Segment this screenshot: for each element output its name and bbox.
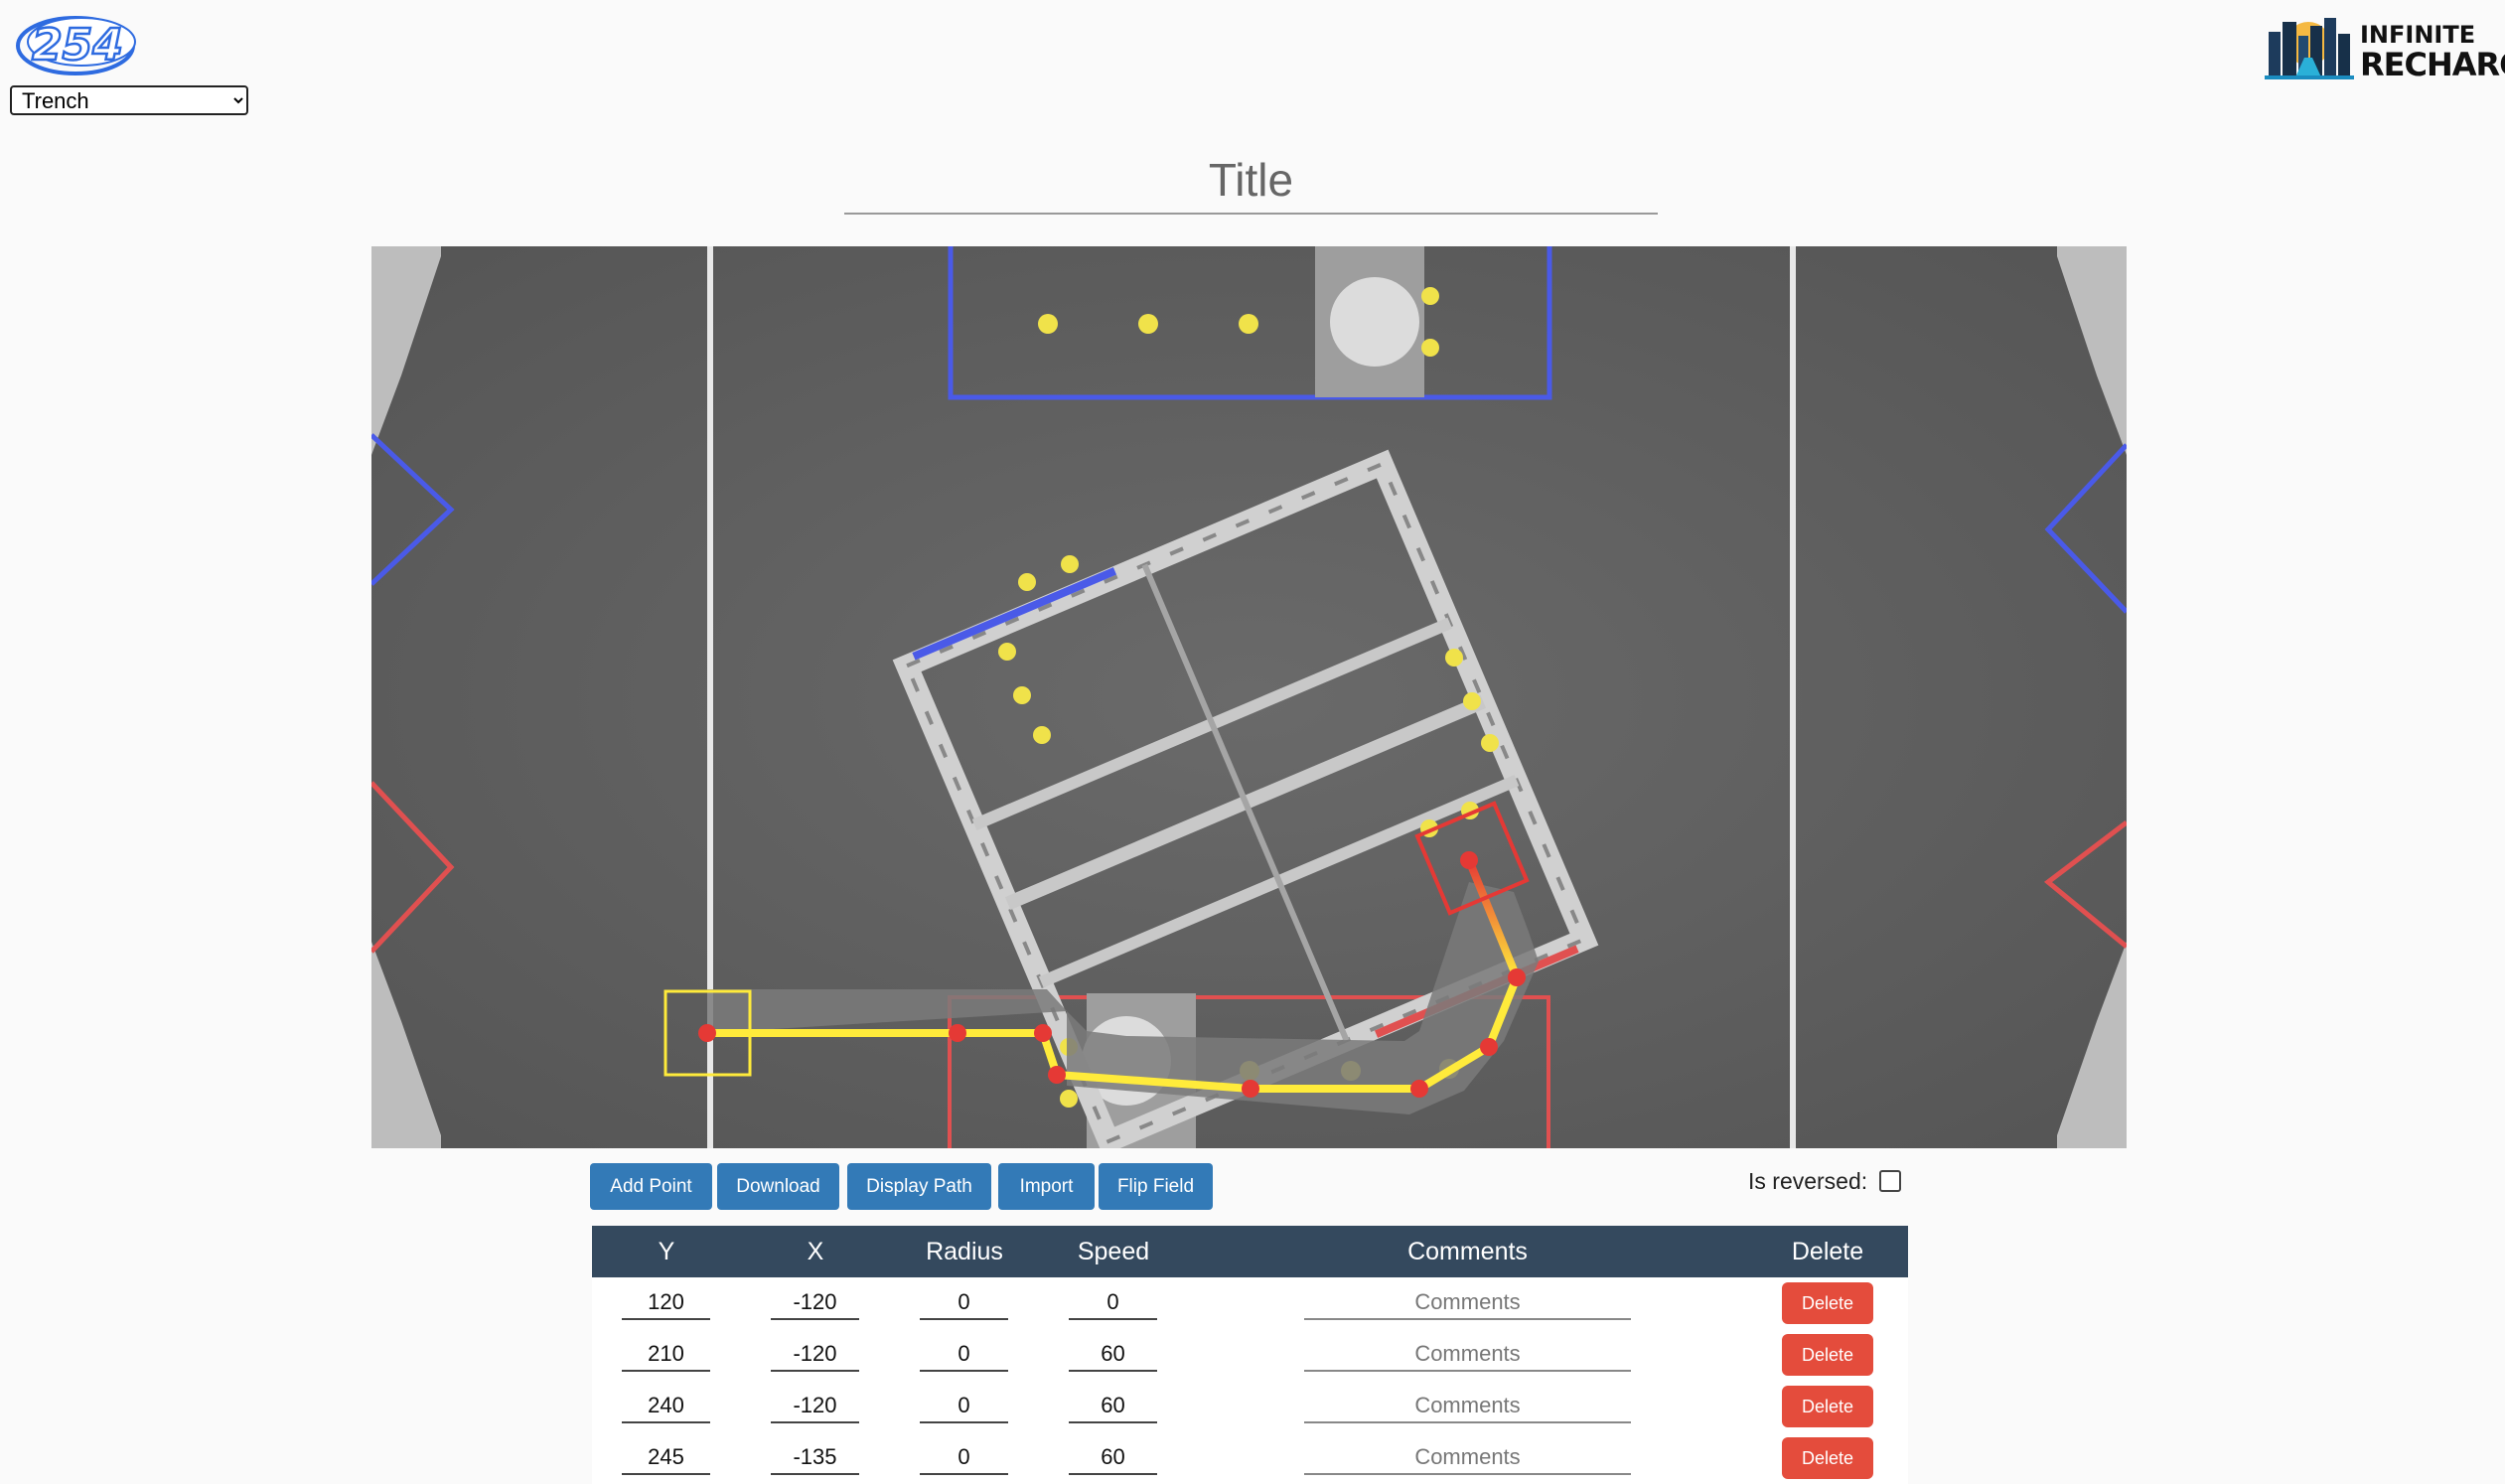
flip-field-button[interactable]: Flip Field — [1099, 1163, 1213, 1210]
game-logo-wordmark: INFINITE RECHARGE — [2360, 20, 2505, 83]
color-wheel-top — [1330, 277, 1419, 367]
radius-input[interactable] — [920, 1441, 1008, 1475]
comments-input[interactable] — [1304, 1286, 1631, 1320]
waypoint-table: Y X Radius Speed Comments Delete Delete … — [592, 1226, 1908, 1484]
delete-button[interactable]: Delete — [1782, 1282, 1873, 1324]
waypoint[interactable] — [1034, 1024, 1052, 1042]
header-y: Y — [658, 1238, 675, 1265]
header-radius: Radius — [926, 1238, 1003, 1265]
table-row: Delete — [592, 1381, 1908, 1432]
comments-input[interactable] — [1304, 1338, 1631, 1372]
display-path-button[interactable]: Display Path — [847, 1163, 991, 1210]
header-speed: Speed — [1077, 1238, 1150, 1265]
speed-input[interactable] — [1069, 1286, 1157, 1320]
is-reversed-control: Is reversed: — [1748, 1164, 1902, 1198]
waypoint[interactable] — [1480, 1038, 1498, 1056]
team-254-logo: 254 — [16, 16, 136, 75]
title-input[interactable] — [844, 147, 1658, 215]
x-input[interactable] — [771, 1441, 859, 1475]
team-logo-text: 254 — [32, 20, 123, 71]
x-input[interactable] — [771, 1338, 859, 1372]
waypoint[interactable] — [1048, 1066, 1066, 1084]
waypoint[interactable] — [1410, 1080, 1428, 1098]
speed-input[interactable] — [1069, 1441, 1157, 1475]
y-input[interactable] — [622, 1338, 710, 1372]
waypoint[interactable] — [1242, 1080, 1259, 1098]
radius-input[interactable] — [920, 1390, 1008, 1423]
field-drawing — [371, 246, 2127, 1148]
table-row: Delete — [592, 1277, 1908, 1329]
table-row: Delete — [592, 1329, 1908, 1381]
delete-button[interactable]: Delete — [1782, 1334, 1873, 1376]
infinite-recharge-logo: INFINITE RECHARGE — [2265, 14, 2505, 83]
add-point-button[interactable]: Add Point — [590, 1163, 712, 1210]
initiation-line-right — [1790, 246, 1796, 1148]
radius-input[interactable] — [920, 1338, 1008, 1372]
is-reversed-label: Is reversed: — [1748, 1167, 1868, 1194]
header-comments: Comments — [1407, 1238, 1528, 1265]
radius-input[interactable] — [920, 1286, 1008, 1320]
waypoint[interactable] — [698, 1024, 716, 1042]
speed-input[interactable] — [1069, 1390, 1157, 1423]
header-x: X — [807, 1238, 824, 1265]
comments-input[interactable] — [1304, 1390, 1631, 1423]
field-carpet — [371, 246, 2127, 1148]
waypoint[interactable] — [1460, 851, 1478, 869]
waypoint[interactable] — [1508, 968, 1526, 986]
is-reversed-checkbox[interactable] — [1879, 1170, 1902, 1192]
speed-input[interactable] — [1069, 1338, 1157, 1372]
x-input[interactable] — [771, 1390, 859, 1423]
waypoint[interactable] — [949, 1024, 966, 1042]
city-skyline-icon — [2265, 18, 2354, 79]
comments-input[interactable] — [1304, 1441, 1631, 1475]
delete-button[interactable]: Delete — [1782, 1386, 1873, 1427]
download-button[interactable]: Download — [717, 1163, 839, 1210]
header-delete: Delete — [1791, 1238, 1864, 1265]
field-canvas[interactable] — [371, 246, 2127, 1148]
import-button[interactable]: Import — [998, 1163, 1095, 1210]
y-input[interactable] — [622, 1286, 710, 1320]
y-input[interactable] — [622, 1390, 710, 1423]
preset-select[interactable]: Trench — [10, 85, 248, 115]
x-input[interactable] — [771, 1286, 859, 1320]
delete-button[interactable]: Delete — [1782, 1437, 1873, 1479]
table-row: Delete — [592, 1432, 1908, 1484]
table-header: Y X Radius Speed Comments Delete — [592, 1226, 1908, 1277]
y-input[interactable] — [622, 1441, 710, 1475]
game-logo-line2: RECHARGE — [2360, 46, 2505, 83]
